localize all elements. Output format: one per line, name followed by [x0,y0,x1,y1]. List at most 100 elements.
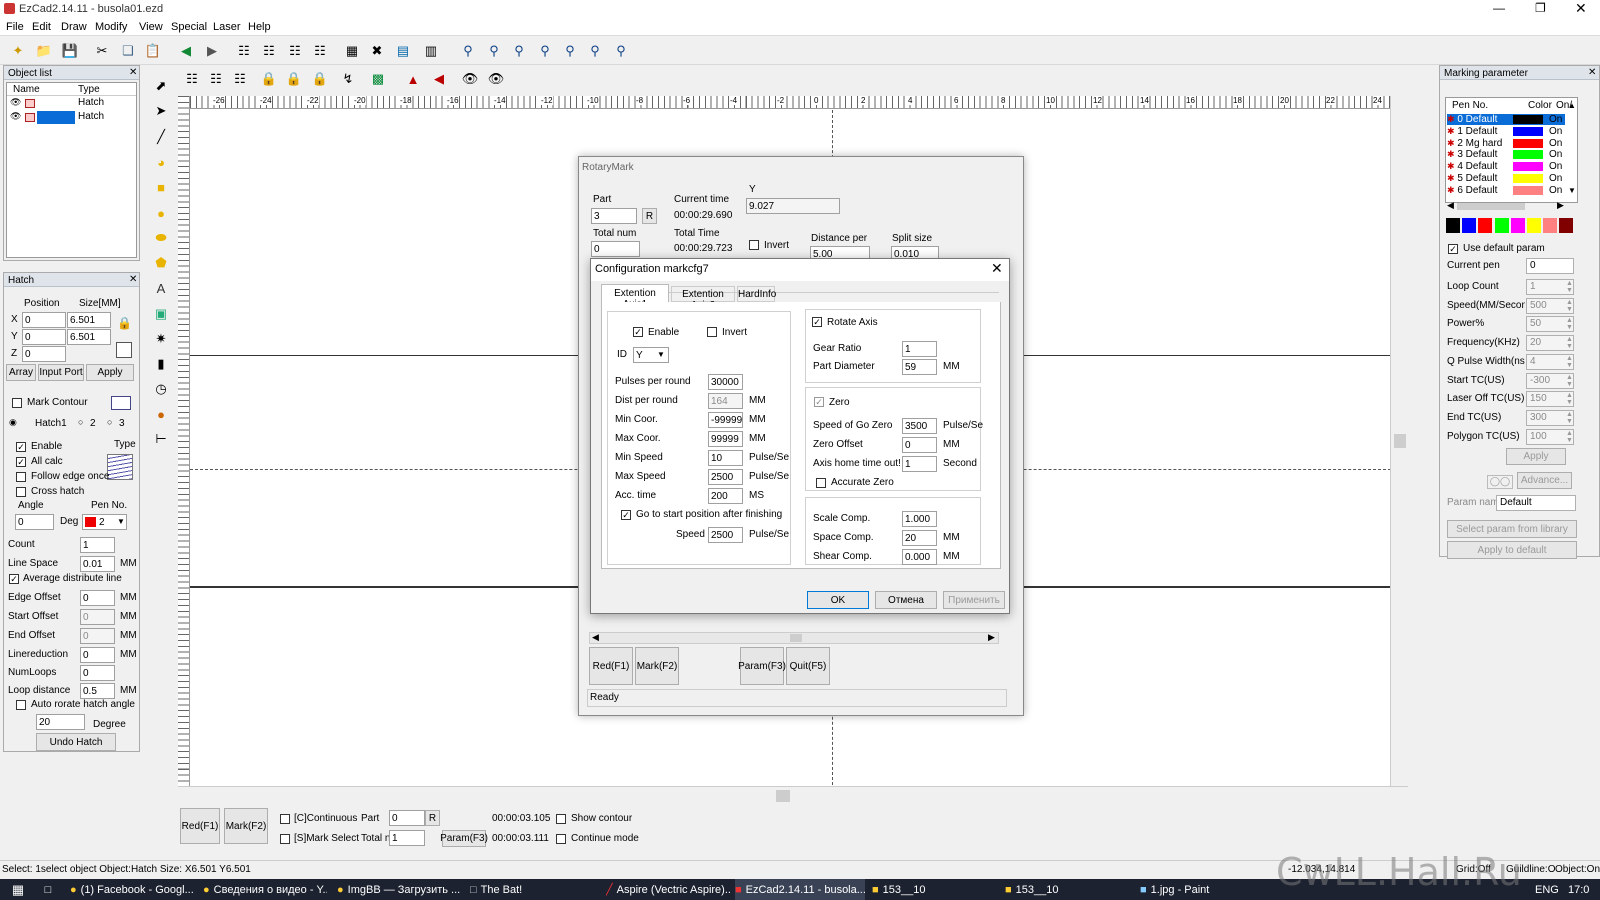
rotary-part-input[interactable]: 3 [591,208,637,224]
use-default-checkbox[interactable]: ✓ [1448,244,1458,254]
go-start-checkbox[interactable]: ✓ [621,510,631,520]
pen-on-status[interactable]: On [1549,149,1562,160]
input-port-button[interactable]: Input Port [38,364,84,381]
h-scroll-thumb[interactable] [776,790,790,802]
tools-icon[interactable]: ✖ [367,41,387,61]
pen-row[interactable]: ✱ 0 Default On [1447,114,1565,125]
hatch2-radio[interactable]: ○ [78,417,83,427]
continue-mode-checkbox[interactable] [556,834,566,844]
tab-hardinfo[interactable]: HardInfo [737,286,776,302]
taskbar-item[interactable]: ● Сведения о видео - Y... [203,879,327,900]
menu-draw[interactable]: Draw [61,21,87,33]
pen-color-swatch[interactable] [1513,115,1543,124]
rotary-hscroll[interactable]: ◀ ▶ [589,632,999,644]
menu-modify[interactable]: Modify [95,21,127,33]
contour-pen-icon[interactable] [111,396,131,410]
cancel-button[interactable]: Отмена [875,591,937,609]
hatch-close-icon[interactable]: ✕ [129,274,137,285]
select-all-icon[interactable]: ☷ [234,41,254,61]
acc-input[interactable]: 200 [708,488,743,504]
scroll-down-icon[interactable]: ▼ [1568,186,1576,195]
angle-input[interactable]: 0 [15,514,54,530]
pen-row[interactable]: ✱ 4 Default On [1447,161,1565,172]
palette-color-swatch[interactable] [1543,218,1558,233]
tab-extention-axis2[interactable]: Extention Axis2 [671,286,735,311]
scroll-left-icon[interactable]: ◀ [1447,200,1454,211]
spinner-icon[interactable]: ▲ ▼ [1566,299,1573,313]
param-name-input[interactable]: Default [1496,495,1576,511]
eye-icon[interactable]: 👁 [10,111,21,122]
pen-color-swatch[interactable] [1513,126,1543,136]
hatch-tool-icon[interactable]: ☷ [182,69,202,89]
palette-color-swatch[interactable] [1462,218,1477,233]
auto-rotate-checkbox[interactable] [16,700,26,710]
language-indicator[interactable]: ENG [1535,879,1563,900]
spinner-icon[interactable]: ▲ ▼ [1566,392,1573,406]
total-num-input[interactable]: 0 [591,241,640,257]
pen-color-swatch[interactable] [1513,150,1543,160]
list-icon[interactable]: ▤ [393,41,413,61]
split-icon[interactable]: ☷ [230,69,250,89]
combine-icon[interactable]: ☷ [206,69,226,89]
min-speed-input[interactable]: 10 [708,450,743,466]
max-speed-input[interactable]: 2500 [708,469,743,485]
input-icon[interactable]: ● [151,404,171,424]
menu-file[interactable]: File [6,21,24,33]
select-from-library-button[interactable]: Select param from library [1447,520,1577,538]
enable-checkbox[interactable]: ✓ [633,327,643,337]
mark-select-checkbox[interactable] [280,834,290,844]
zoom-all-icon[interactable]: ⚲ [585,41,605,61]
pen-on-status[interactable]: On [1549,173,1562,184]
pos-z-input[interactable]: 0 [22,346,66,362]
apply-to-default-button[interactable]: Apply to default [1447,541,1577,559]
zoom-icon[interactable]: ⚲ [458,41,478,61]
lock-icon[interactable]: 🔒 [117,316,132,330]
taskbar-item[interactable]: □ The Bat! [470,879,594,900]
undo-hatch-button[interactable]: Undo Hatch [36,733,116,751]
rectangle-icon[interactable]: ■ [151,177,171,197]
chevron-down-icon[interactable]: ▼ [657,350,665,359]
taskbar-item[interactable]: ■ 1.jpg - Paint [1140,879,1250,900]
pen-row[interactable]: ✱ 6 Default On [1447,185,1565,196]
close-icon[interactable]: ✕ [1575,0,1587,17]
rotate-icon[interactable]: ↯ [338,69,358,89]
apply-button[interactable]: Apply [86,364,134,381]
hatch-icon[interactable]: ▦ [342,41,362,61]
menu-edit[interactable]: Edit [32,21,51,33]
count-input[interactable]: 1 [80,537,115,553]
curve-icon[interactable]: ◕ [151,152,171,172]
numloops-input[interactable]: 0 [80,665,115,681]
redo-icon[interactable]: ▶ [202,41,222,61]
undo-icon[interactable]: ◀ [176,41,196,61]
mark-contour-checkbox[interactable] [12,398,22,408]
current-pen-input[interactable]: 0 [1526,258,1574,274]
minimize-icon[interactable]: — [1493,1,1505,15]
taskbar-app-icon[interactable]: □ [38,879,58,900]
pen-on-status[interactable]: On [1549,185,1562,196]
taskbar-item[interactable]: ■ 153__10 [872,879,996,900]
align-icon[interactable]: ▥ [421,41,441,61]
rotary-quit-button[interactable]: Quit(F5) [786,647,830,685]
ellipse-icon[interactable]: ⬬ [151,228,171,248]
speed-input[interactable]: 2500 [708,527,743,543]
chevron-down-icon[interactable]: ▼ [117,517,125,526]
hatch1-radio[interactable]: ◉ [9,417,17,428]
preview-all-icon[interactable]: 👁 [486,69,506,89]
spinner-icon[interactable]: ▲ ▼ [1566,411,1573,425]
zoom-select-icon[interactable]: ⚲ [611,41,631,61]
open-icon[interactable]: 📁 [34,41,54,61]
pen-table-hscroll[interactable]: ◀ ▶ [1447,200,1564,212]
menu-help[interactable]: Help [248,21,271,33]
ungroup-icon[interactable]: ☷ [285,41,305,61]
circle-icon[interactable]: ● [151,203,171,223]
param-icon[interactable]: ◯◯ [1487,475,1513,489]
spinner-icon[interactable]: ▲ ▼ [1566,280,1573,294]
gear-input[interactable]: 1 [902,341,937,357]
taskbar-item-active[interactable]: ■ EzCad2.14.11 - busola... [735,879,865,900]
pen-on-status[interactable]: On [1549,126,1562,137]
pen-row[interactable]: ✱ 3 Default On [1447,149,1565,160]
pen-color-swatch[interactable] [1513,185,1543,195]
pos-y-input[interactable]: 0 [22,329,66,345]
size-x-input[interactable]: 6.501 [67,312,111,328]
hatch3-radio[interactable]: ○ [107,417,112,427]
